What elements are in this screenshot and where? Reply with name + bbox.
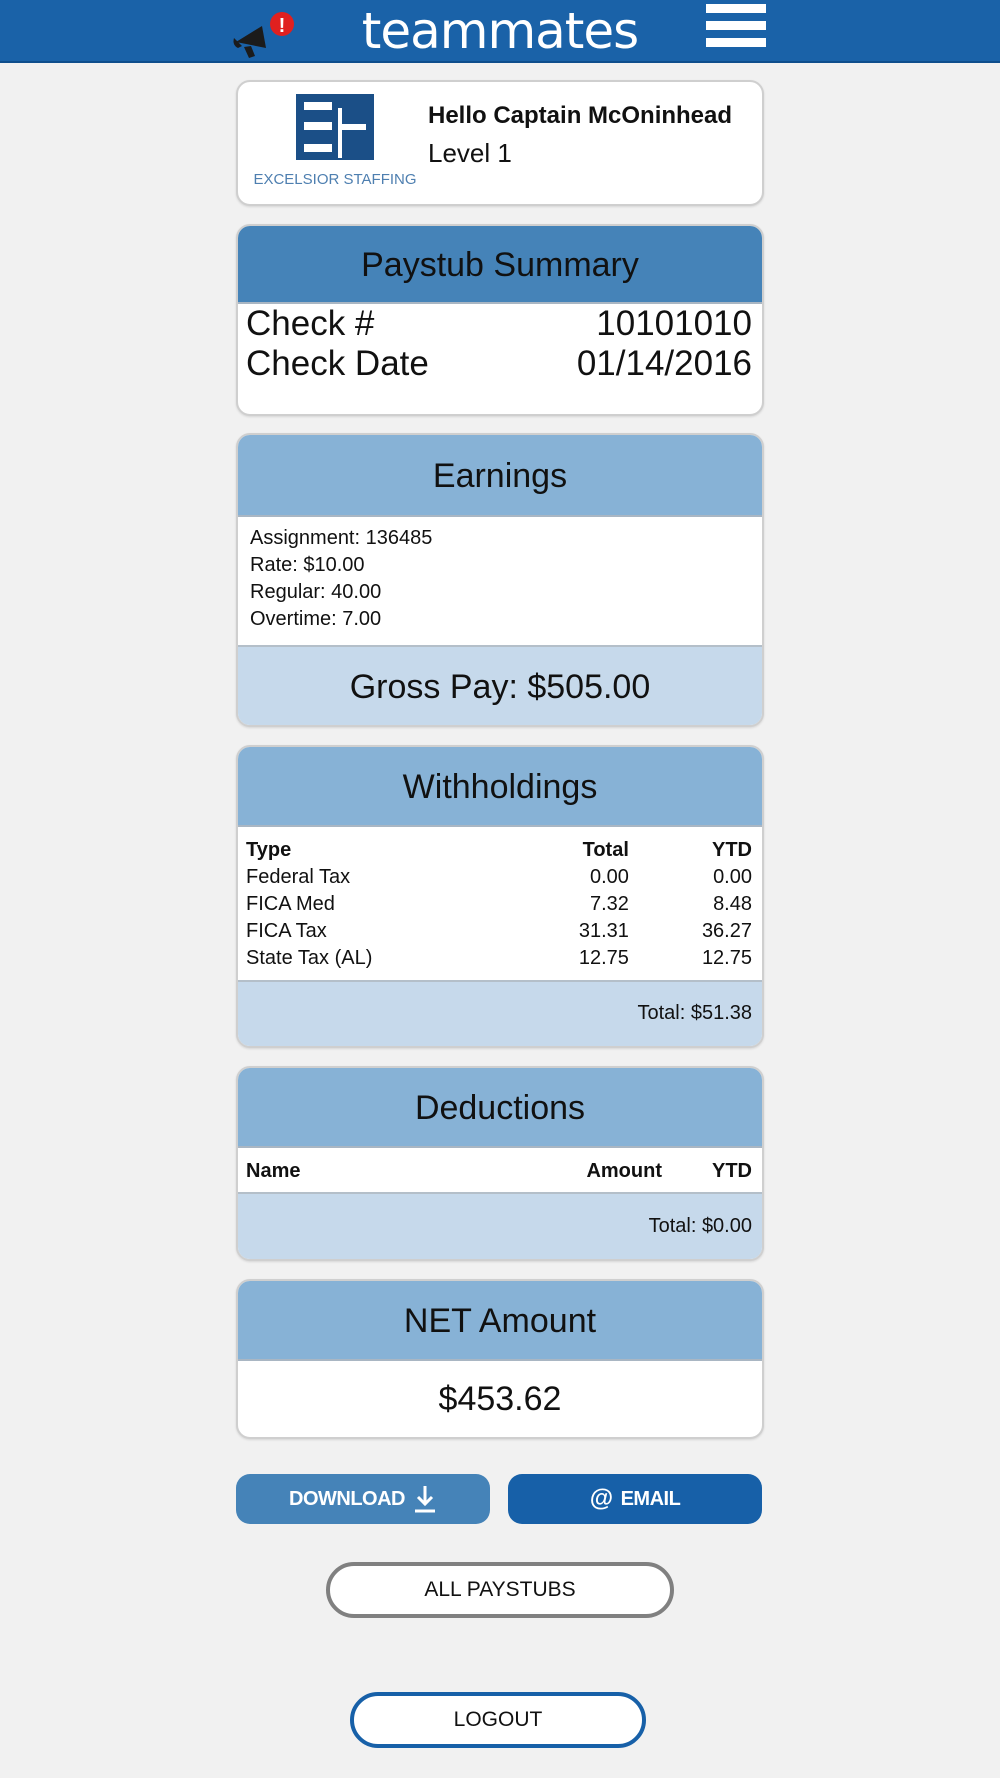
all-paystubs-button[interactable]: ALL PAYSTUBS: [326, 1562, 674, 1618]
column-header-name: Name: [246, 1160, 301, 1182]
table-row: State Tax (AL) 12.75 12.75: [238, 945, 762, 972]
withholding-total: 0.00: [589, 866, 629, 888]
table-row: FICA Tax 31.31 36.27: [238, 918, 762, 945]
deductions-card: Deductions Name Amount YTD Total: $0.00: [236, 1066, 764, 1261]
paystub-summary-title: Paystub Summary: [238, 226, 762, 304]
withholding-total: 31.31: [578, 920, 629, 942]
table-row: Federal Tax 0.00 0.00: [238, 864, 762, 891]
column-header-ytd: YTD: [712, 839, 752, 861]
menu-bar: [706, 38, 766, 47]
earnings-title: Earnings: [238, 435, 762, 517]
column-header-type: Type: [246, 839, 292, 861]
deductions-total: Total: $0.00: [238, 1192, 762, 1259]
deductions-header-row: Name Amount YTD: [238, 1148, 762, 1194]
table-row: FICA Med 7.32 8.48: [238, 891, 762, 918]
paystub-summary-card: Paystub Summary Check # 10101010 Check D…: [236, 224, 764, 416]
net-amount-card: NET Amount $453.62: [236, 1279, 764, 1439]
withholding-type: State Tax (AL): [246, 947, 373, 969]
withholding-ytd: 12.75: [701, 947, 752, 969]
profile-card: EXCELSIOR STAFFING Hello Captain McOninh…: [236, 80, 764, 206]
menu-bar: [706, 21, 766, 30]
withholding-total: 7.32: [589, 893, 629, 915]
net-amount-title: NET Amount: [238, 1281, 762, 1361]
earnings-card: Earnings Assignment: 136485 Rate: $10.00…: [236, 433, 764, 727]
brand-wordmark: teammates: [361, 2, 639, 60]
earnings-overtime: Overtime: 7.00: [250, 608, 382, 630]
withholdings-card: Withholdings Type Total YTD Federal Tax …: [236, 745, 764, 1048]
check-number-value: 10101010: [596, 304, 752, 343]
withholding-total: 12.75: [578, 947, 629, 969]
download-arrow-icon: [414, 1486, 435, 1513]
check-date-row: Check Date 01/14/2016: [238, 344, 762, 384]
withholdings-table: Type Total YTD Federal Tax 0.00 0.00 FIC…: [238, 837, 762, 972]
user-greeting: Hello Captain McOninhead: [428, 102, 733, 129]
withholdings-title: Withholdings: [238, 747, 762, 827]
withholding-type: FICA Med: [246, 893, 335, 915]
check-number-label: Check #: [246, 304, 375, 343]
table-header-row: Type Total YTD: [238, 837, 762, 864]
earnings-assignment: Assignment: 136485: [250, 527, 433, 549]
net-amount-value: $453.62: [438, 1380, 562, 1418]
app-header: ! teammates: [0, 0, 1000, 63]
gross-pay: Gross Pay: $505.00: [238, 645, 762, 725]
check-date-value: 01/14/2016: [576, 344, 752, 383]
column-header-ytd: YTD: [712, 1160, 752, 1182]
download-button[interactable]: DOWNLOAD: [236, 1474, 490, 1524]
earnings-details: Assignment: 136485 Rate: $10.00 Regular:…: [238, 517, 762, 645]
withholding-type: Federal Tax: [246, 866, 351, 888]
hamburger-menu-icon[interactable]: [706, 4, 766, 54]
check-number-row: Check # 10101010: [238, 304, 762, 344]
withholdings-total: Total: $51.38: [238, 980, 762, 1046]
at-sign-icon: @: [589, 1485, 613, 1512]
column-header-total: Total: [582, 839, 629, 861]
email-button-label: EMAIL: [620, 1487, 681, 1510]
withholding-ytd: 0.00: [713, 866, 752, 888]
earnings-rate: Rate: $10.00: [250, 554, 365, 576]
withholding-ytd: 36.27: [701, 920, 752, 942]
check-date-label: Check Date: [246, 344, 429, 383]
user-level: Level 1: [428, 138, 512, 168]
logout-button[interactable]: LOGOUT: [350, 1692, 646, 1748]
email-button[interactable]: @ EMAIL: [508, 1474, 762, 1524]
deductions-title: Deductions: [238, 1068, 762, 1148]
company-logo: EXCELSIOR STAFFING: [253, 94, 417, 188]
menu-bar: [706, 4, 766, 13]
earnings-regular: Regular: 40.00: [250, 581, 382, 603]
column-header-amount: Amount: [586, 1160, 662, 1182]
company-logo-text: EXCELSIOR STAFFING: [253, 171, 416, 188]
download-button-label: DOWNLOAD: [289, 1487, 405, 1510]
withholding-type: FICA Tax: [246, 920, 327, 942]
withholding-ytd: 8.48: [713, 893, 752, 915]
